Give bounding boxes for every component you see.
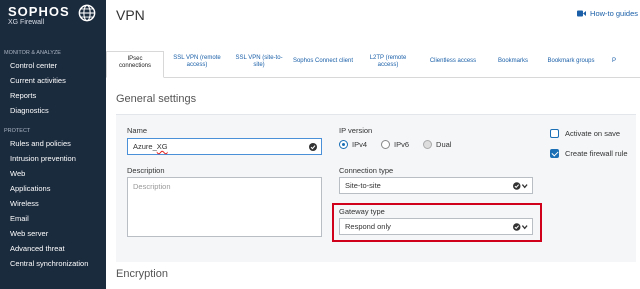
tab-bookmark-groups[interactable]: Bookmark groups — [538, 50, 604, 77]
how-to-guides-label: How-to guides — [590, 9, 638, 18]
encryption-heading: Encryption — [116, 268, 168, 280]
sidebar-item-advanced-threat[interactable]: Advanced threat — [0, 241, 106, 256]
activate-on-save-option[interactable]: Activate on save — [550, 129, 620, 138]
check-circle-icon — [309, 142, 317, 151]
sidebar-item-central-synchronization[interactable]: Central synchronization — [0, 256, 106, 271]
name-label: Name — [127, 126, 148, 135]
radio-ipv6-label: IPv6 — [394, 140, 410, 149]
radio-ipv4-label: IPv4 — [352, 140, 368, 149]
gateway-type-select[interactable]: Respond only — [339, 218, 533, 235]
sidebar-item-rules-and-policies[interactable]: Rules and policies — [0, 136, 106, 151]
description-placeholder: Description — [133, 182, 171, 191]
sidebar-item-reports[interactable]: Reports — [0, 88, 106, 103]
how-to-guides-link[interactable]: How-to guides — [577, 9, 638, 18]
create-firewall-rule-label: Create firewall rule — [565, 149, 628, 158]
connection-type-select[interactable]: Site-to-site — [339, 177, 533, 194]
activate-on-save-label: Activate on save — [565, 129, 621, 138]
dropdown-check-chevron-icon — [513, 181, 528, 190]
sidebar-item-diagnostics[interactable]: Diagnostics — [0, 103, 106, 118]
sidebar-item-web-server[interactable]: Web server — [0, 226, 106, 241]
globe-icon — [78, 4, 96, 22]
radio-ipv6[interactable] — [381, 140, 391, 149]
tab-clientless-access[interactable]: Clientless access — [418, 50, 488, 77]
page-title: VPN — [116, 7, 145, 23]
ip-version-label: IP version — [339, 126, 373, 135]
description-textarea[interactable]: Description — [127, 177, 322, 237]
monitor-section-title: MONITOR & ANALYZE — [4, 50, 61, 56]
tab-overflow[interactable]: P — [604, 50, 624, 77]
name-value-suffix: XG — [156, 142, 168, 151]
tab-bar: IPsec connections SSL VPN (remote access… — [106, 51, 640, 78]
description-label: Description — [127, 166, 165, 175]
brand-logo: SOPHOS XG Firewall — [0, 0, 106, 48]
connection-type-label: Connection type — [339, 166, 394, 175]
video-camera-icon — [577, 10, 587, 17]
sidebar-item-wireless[interactable]: Wireless — [0, 196, 106, 211]
create-firewall-rule-option[interactable]: Create firewall rule — [550, 149, 628, 158]
tab-l2tp-remote-access[interactable]: L2TP (remote access) — [358, 50, 418, 77]
tab-bookmarks[interactable]: Bookmarks — [488, 50, 538, 77]
ip-version-group: IPv4 IPv6 Dual — [339, 140, 451, 149]
sidebar-item-email[interactable]: Email — [0, 211, 106, 226]
activate-on-save-checkbox[interactable] — [550, 129, 559, 138]
general-settings-panel: Name Azure_ XG Description Description IP… — [116, 114, 636, 262]
sidebar-item-applications[interactable]: Applications — [0, 181, 106, 196]
tab-sophos-connect-client[interactable]: Sophos Connect client — [288, 50, 358, 77]
connection-type-value: Site-to-site — [345, 181, 381, 190]
sidebar-item-web[interactable]: Web — [0, 166, 106, 181]
dropdown-check-chevron-icon — [513, 222, 528, 231]
protect-section-title: PROTECT — [4, 128, 31, 134]
sidebar: SOPHOS XG Firewall MONITOR & ANALYZE Con… — [0, 0, 106, 289]
tab-ssl-vpn-site-to-site[interactable]: SSL VPN (site-to-site) — [230, 50, 288, 77]
sidebar-item-control-center[interactable]: Control center — [0, 58, 106, 73]
gateway-type-label: Gateway type — [339, 207, 385, 216]
sidebar-item-intrusion-prevention[interactable]: Intrusion prevention — [0, 151, 106, 166]
create-firewall-rule-checkbox[interactable] — [550, 149, 559, 158]
gateway-type-value: Respond only — [345, 222, 391, 231]
radio-dual-label: Dual — [436, 140, 452, 149]
radio-ipv4[interactable] — [339, 140, 348, 149]
general-settings-heading: General settings — [116, 93, 197, 105]
main-content: VPN How-to guides IPsec connections SSL … — [106, 0, 640, 289]
radio-dual[interactable] — [423, 140, 433, 149]
sidebar-item-current-activities[interactable]: Current activities — [0, 73, 106, 88]
tab-ssl-vpn-remote-access[interactable]: SSL VPN (remote access) — [164, 50, 230, 77]
name-input[interactable]: Azure_ XG — [127, 138, 322, 155]
name-value-prefix: Azure_ — [133, 142, 157, 151]
tab-ipsec-connections[interactable]: IPsec connections — [106, 51, 164, 78]
